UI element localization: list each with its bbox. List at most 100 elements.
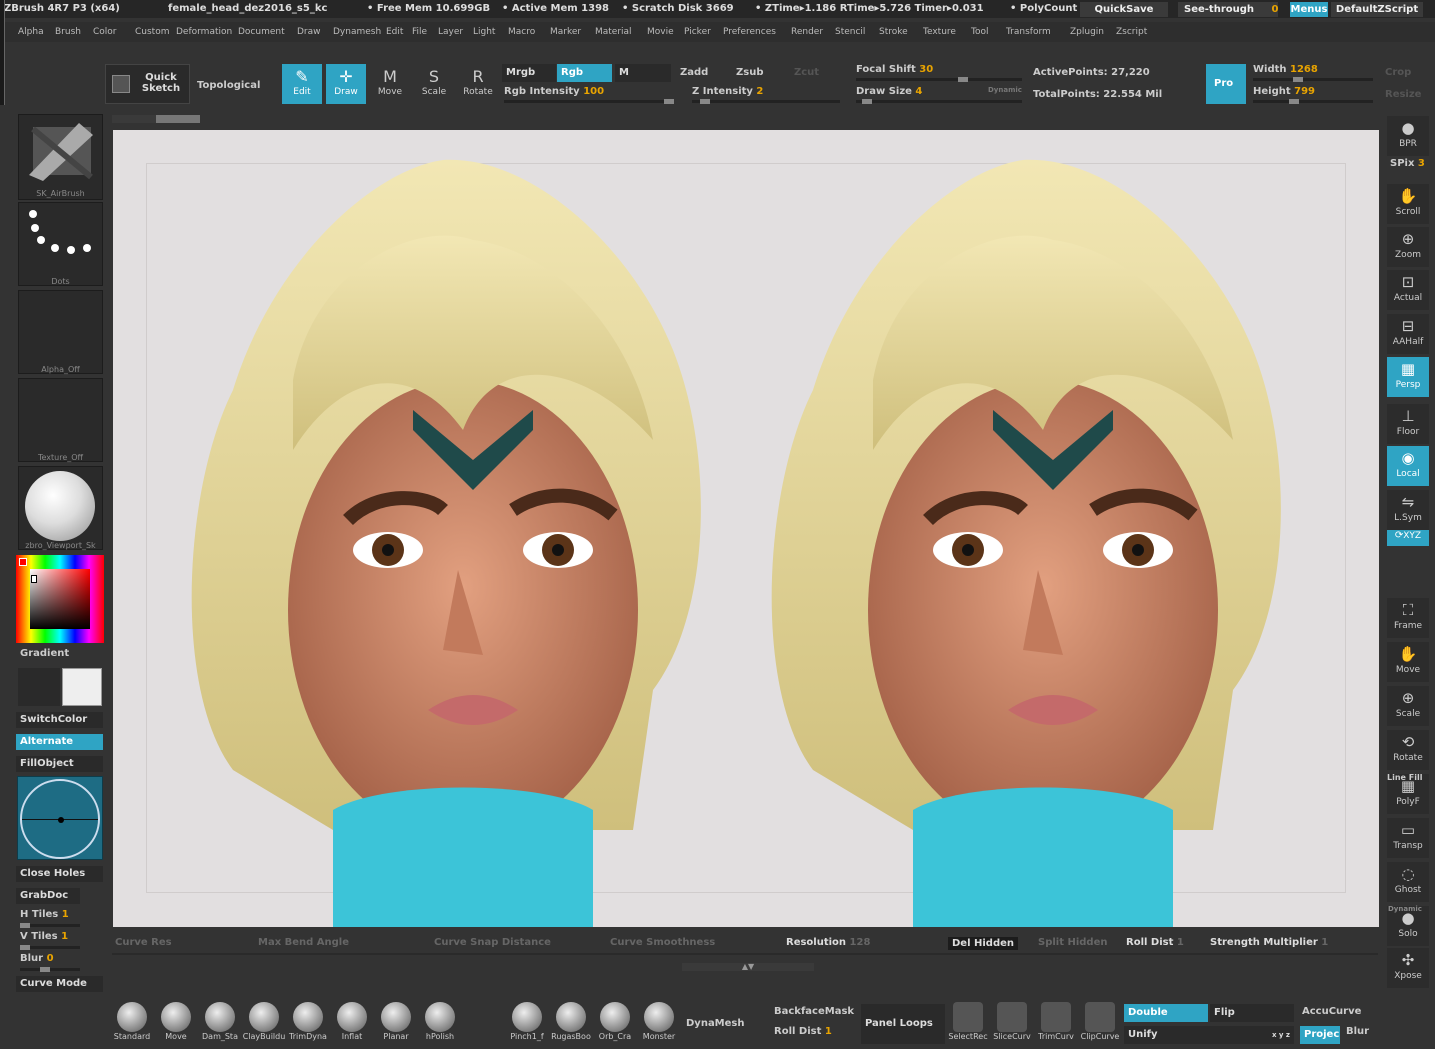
- secondary-color[interactable]: [18, 668, 60, 706]
- menu-item-document[interactable]: Document: [238, 27, 285, 37]
- rotate-tool-button[interactable]: R Rotate: [458, 64, 498, 104]
- menu-item-picker[interactable]: Picker: [684, 27, 711, 37]
- edit-tool-button[interactable]: ✎ Edit: [282, 64, 322, 104]
- rgb-button[interactable]: Rgb: [557, 64, 612, 82]
- aahalf-view-button[interactable]: ⊟ AAHalf: [1387, 314, 1429, 354]
- quicksketch-button[interactable]: Quick Sketch: [105, 64, 190, 104]
- color-picker[interactable]: [16, 555, 104, 643]
- split-hidden-button[interactable]: Split Hidden: [1038, 937, 1108, 948]
- menu-item-alpha[interactable]: Alpha: [18, 27, 44, 37]
- curve-smoothness-slider[interactable]: Curve Smoothness: [610, 937, 715, 948]
- frame-view-button[interactable]: ⛶ Frame: [1387, 598, 1429, 638]
- menu-item-movie[interactable]: Movie: [647, 27, 674, 37]
- zsub-button[interactable]: Zsub: [736, 67, 763, 78]
- defaultzscript-button[interactable]: DefaultZScript: [1331, 2, 1423, 17]
- menu-item-custom[interactable]: Custom: [135, 27, 169, 37]
- brush-pinch1f[interactable]: Pinch1_f: [505, 1002, 549, 1046]
- switchcolor-button[interactable]: SwitchColor: [16, 712, 103, 728]
- scale-view-button[interactable]: ⊕ Scale: [1387, 686, 1429, 726]
- z-intensity-slider[interactable]: Z Intensity 2: [692, 86, 763, 97]
- menus-button[interactable]: Menus: [1290, 2, 1328, 17]
- trim-curve-tool[interactable]: TrimCurv: [1034, 1002, 1078, 1046]
- height-slider[interactable]: Height 799: [1253, 86, 1315, 97]
- alternate-button[interactable]: Alternate: [16, 734, 103, 750]
- brush-standard[interactable]: Standard: [110, 1002, 154, 1046]
- actual-view-button[interactable]: ⊡ Actual: [1387, 270, 1429, 310]
- curve-res-slider[interactable]: Curve Res: [115, 937, 172, 948]
- unify-button[interactable]: Unify x y z: [1124, 1026, 1294, 1044]
- brush-trimdyna[interactable]: TrimDyna: [286, 1002, 330, 1046]
- menu-item-marker[interactable]: Marker: [550, 27, 581, 37]
- zoom-view-button[interactable]: ⊕ Zoom: [1387, 227, 1429, 267]
- floor-view-button[interactable]: ⊥ Floor: [1387, 404, 1429, 444]
- persp-view-button[interactable]: ▦ Persp: [1387, 357, 1429, 397]
- slice-curve-tool[interactable]: SliceCurv: [990, 1002, 1034, 1046]
- del-hidden-button[interactable]: Del Hidden: [948, 937, 1019, 950]
- draw-tool-button[interactable]: ✛ Draw: [326, 64, 366, 104]
- seethrough-slider[interactable]: See-through 0: [1178, 2, 1278, 17]
- htiles-slider[interactable]: H Tiles 1: [20, 909, 69, 920]
- menu-item-dynamesh[interactable]: Dynamesh: [333, 27, 381, 37]
- brush-orbcra[interactable]: Orb_Cra: [593, 1002, 637, 1046]
- menu-item-file[interactable]: File: [412, 27, 427, 37]
- brush-rugasboo[interactable]: RugasBoo: [549, 1002, 593, 1046]
- pro-button[interactable]: Pro: [1206, 64, 1246, 104]
- accucurve-button[interactable]: AccuCurve: [1302, 1006, 1361, 1017]
- menu-item-texture[interactable]: Texture: [923, 27, 956, 37]
- menu-item-draw[interactable]: Draw: [297, 27, 321, 37]
- zadd-button[interactable]: Zadd: [680, 67, 708, 78]
- curve-mode-button[interactable]: Curve Mode: [16, 976, 103, 992]
- quicksave-button[interactable]: QuickSave: [1080, 2, 1168, 17]
- transp-view-button[interactable]: ▭ Transp: [1387, 818, 1429, 858]
- main-color[interactable]: [62, 668, 102, 706]
- flip-button[interactable]: Flip: [1210, 1004, 1294, 1022]
- material-slot[interactable]: [18, 466, 103, 550]
- document-scrollbar[interactable]: [112, 115, 200, 123]
- mrgb-button[interactable]: Mrgb: [502, 64, 556, 82]
- dynamesh-button[interactable]: DynaMesh: [686, 1018, 745, 1029]
- roll-dist-slider[interactable]: Roll Dist 1: [1126, 937, 1184, 948]
- brush-planar[interactable]: Planar: [374, 1002, 418, 1046]
- menu-item-render[interactable]: Render: [791, 27, 823, 37]
- xpose-view-button[interactable]: ✣ Xpose: [1387, 948, 1429, 988]
- double-button[interactable]: Double: [1124, 1004, 1208, 1022]
- menu-item-zscript[interactable]: Zscript: [1116, 27, 1147, 37]
- rgb-intensity-track[interactable]: [504, 99, 674, 104]
- blur-track[interactable]: [20, 967, 80, 972]
- resize-button[interactable]: Resize: [1385, 89, 1421, 100]
- project-button[interactable]: Projec: [1300, 1026, 1340, 1044]
- z-intensity-track[interactable]: [692, 99, 840, 104]
- main-color-swatch[interactable]: [19, 558, 27, 566]
- vtiles-track[interactable]: [20, 945, 80, 950]
- texture-slot[interactable]: [18, 378, 103, 462]
- clip-curve-tool[interactable]: ClipCurve: [1078, 1002, 1122, 1046]
- scroll-view-button[interactable]: ✋ Scroll: [1387, 184, 1429, 224]
- panel-loops-button[interactable]: Panel Loops: [861, 1004, 945, 1044]
- model-render[interactable]: [113, 130, 1379, 927]
- rolldist-slider[interactable]: Roll Dist 1: [774, 1026, 832, 1037]
- dynamic-toggle[interactable]: Dynamic: [988, 86, 1022, 94]
- menu-item-edit[interactable]: Edit: [386, 27, 403, 37]
- left-tray-handle[interactable]: [0, 0, 5, 105]
- menu-item-brush[interactable]: Brush: [55, 27, 81, 37]
- brush-damsta[interactable]: Dam_Sta: [198, 1002, 242, 1046]
- move-view-button[interactable]: ✋ Move: [1387, 642, 1429, 682]
- xyz-view-button[interactable]: ⟳XYZ: [1387, 530, 1429, 546]
- bottom-tray-toggle[interactable]: ▲▼: [682, 963, 814, 971]
- scale-tool-button[interactable]: S Scale: [414, 64, 454, 104]
- crop-button[interactable]: Crop: [1385, 67, 1411, 78]
- brush-slot[interactable]: [18, 114, 103, 200]
- menu-item-macro[interactable]: Macro: [508, 27, 535, 37]
- move-tool-button[interactable]: M Move: [370, 64, 410, 104]
- stroke-slot[interactable]: [18, 202, 103, 286]
- draw-size-slider[interactable]: Draw Size 4: [856, 86, 922, 97]
- brush-hpolish[interactable]: hPolish: [418, 1002, 462, 1046]
- menu-item-stencil[interactable]: Stencil: [835, 27, 865, 37]
- width-slider[interactable]: Width 1268: [1253, 64, 1318, 75]
- menu-item-preferences[interactable]: Preferences: [723, 27, 776, 37]
- menu-item-stroke[interactable]: Stroke: [879, 27, 908, 37]
- menu-item-layer[interactable]: Layer: [438, 27, 463, 37]
- close-holes-button[interactable]: Close Holes: [16, 866, 103, 882]
- bpr-view-button[interactable]: ● BPR: [1387, 116, 1429, 156]
- ghost-view-button[interactable]: ◌ Ghost: [1387, 862, 1429, 902]
